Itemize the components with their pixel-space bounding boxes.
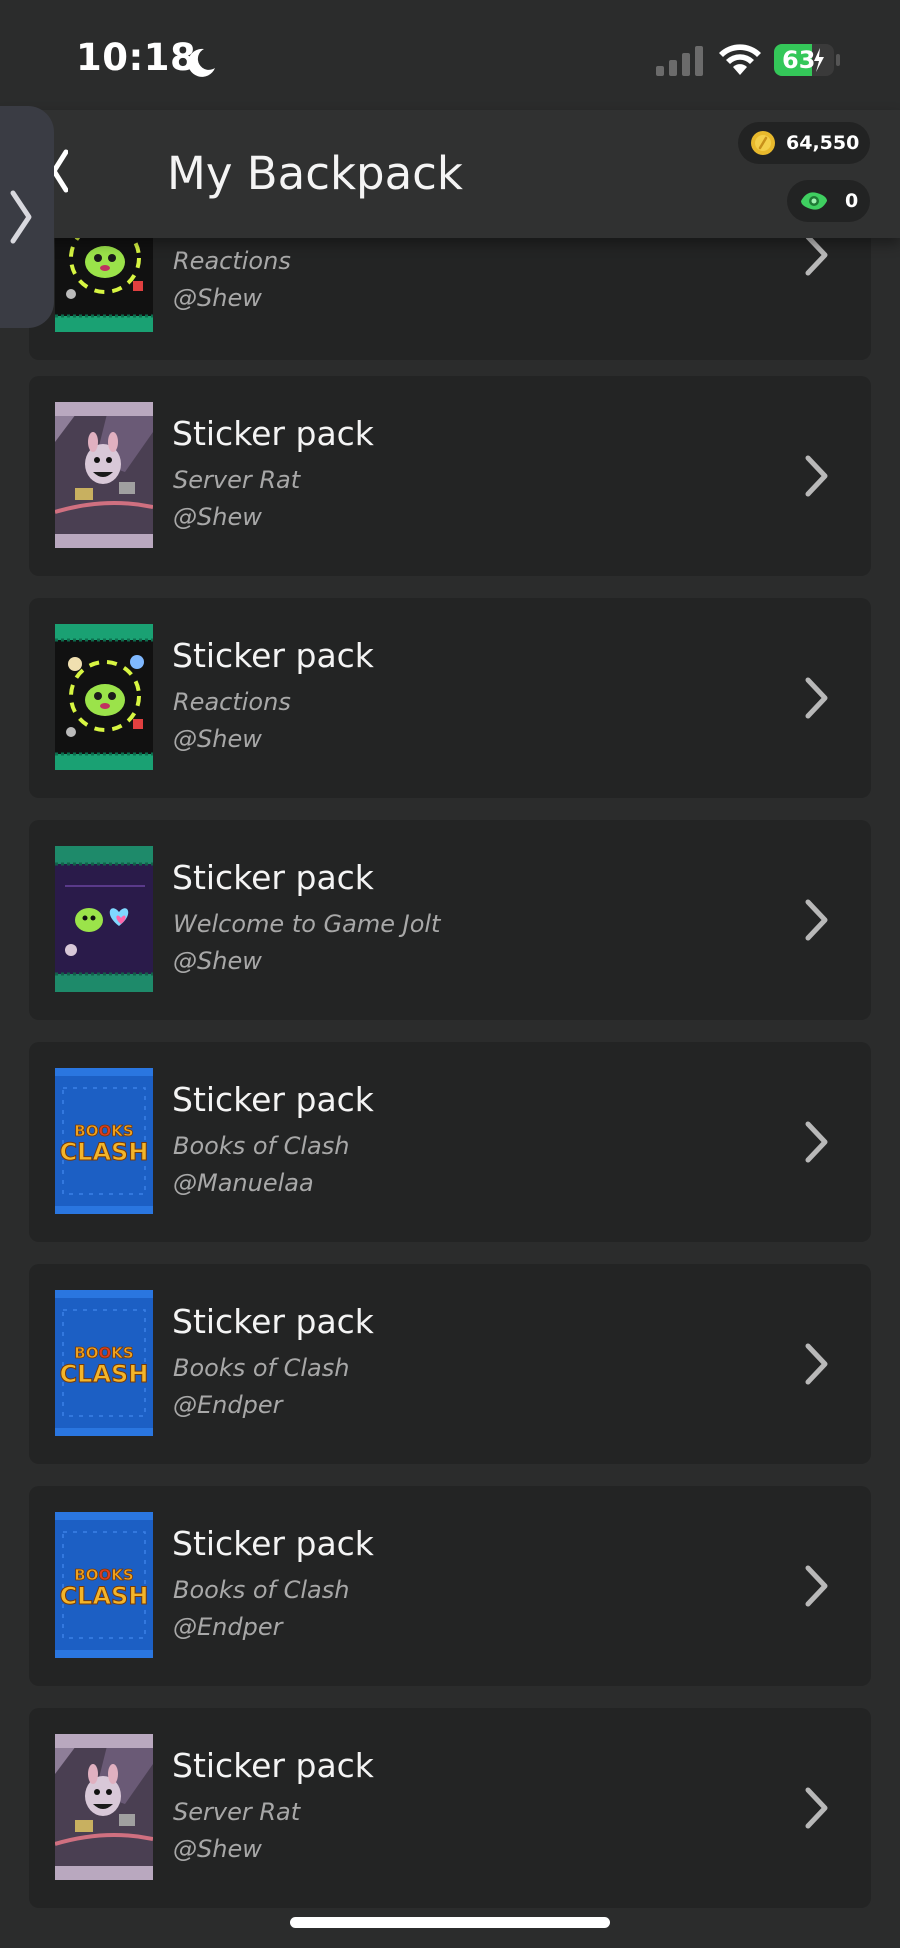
pack-author: @Shew [173, 725, 262, 753]
books-of-clash-pack-art [55, 1068, 153, 1214]
pack-title: Sticker pack [172, 858, 374, 897]
joltbux-balance[interactable]: 0 [787, 180, 870, 222]
sticker-pack-card[interactable]: Sticker pack Server Rat @Shew [29, 376, 871, 576]
chevron-right-icon [805, 1121, 828, 1163]
books-of-clash-pack-art [55, 1512, 153, 1658]
pack-name: Welcome to Game Jolt [173, 910, 441, 938]
chevron-right-icon [805, 455, 828, 497]
pack-author: @Shew [173, 503, 262, 531]
chevron-right-icon [805, 1565, 828, 1607]
joltbux-icon [801, 192, 827, 210]
sticker-pack-card[interactable]: Sticker pack Welcome to Game Jolt @Shew [29, 820, 871, 1020]
sticker-pack-card[interactable]: Sticker pack Server Rat @Shew [29, 1708, 871, 1908]
home-indicator[interactable] [290, 1917, 610, 1928]
chevron-right-icon [10, 190, 32, 244]
books-of-clash-pack-art [55, 1290, 153, 1436]
pack-author: @Manuelaa [173, 1169, 314, 1197]
pack-author: @Shew [173, 947, 262, 975]
coins-balance[interactable]: 64,550 [738, 122, 870, 164]
sticker-pack-card[interactable]: Sticker pack Reactions @Shew [29, 598, 871, 798]
pack-title: Sticker pack [172, 636, 374, 675]
side-drawer-toggle[interactable] [0, 106, 54, 328]
pack-name: Books of Clash [173, 1576, 350, 1604]
pack-name: Reactions [173, 688, 291, 716]
pack-title: Sticker pack [172, 1302, 374, 1341]
reactions-pack-art [55, 624, 153, 770]
chevron-right-icon [805, 1787, 828, 1829]
pack-author: @Endper [173, 1391, 283, 1419]
sticker-pack-card[interactable]: Sticker pack Books of Clash @Endper [29, 1264, 871, 1464]
sticker-pack-card[interactable]: Sticker pack Books of Clash @Manuelaa [29, 1042, 871, 1242]
pack-author: @Shew [173, 284, 262, 312]
pack-title: Sticker pack [172, 1080, 374, 1119]
pack-name: Reactions [173, 247, 291, 275]
pack-name: Books of Clash [173, 1354, 350, 1382]
chevron-right-icon [805, 1343, 828, 1385]
coin-icon [751, 131, 775, 155]
server-rat-pack-art [55, 402, 153, 548]
welcome-pack-art [55, 846, 153, 992]
pack-author: @Shew [173, 1835, 262, 1863]
pack-name: Books of Clash [173, 1132, 350, 1160]
sticker-pack-list[interactable]: Reactions @Shew Sticker pack Server Rat … [0, 0, 900, 1948]
chevron-right-icon [805, 677, 828, 719]
server-rat-pack-art [55, 1734, 153, 1880]
chevron-right-icon [805, 899, 828, 941]
pack-name: Server Rat [173, 1798, 301, 1826]
chevron-right-icon [805, 234, 828, 276]
joltbux-value: 0 [845, 190, 859, 212]
pack-title: Sticker pack [172, 414, 374, 453]
coins-value: 64,550 [786, 132, 860, 154]
page-title: My Backpack [167, 147, 463, 200]
pack-title: Sticker pack [172, 1524, 374, 1563]
pack-name: Server Rat [173, 466, 301, 494]
pack-title: Sticker pack [172, 1746, 374, 1785]
sticker-pack-card[interactable]: Sticker pack Books of Clash @Endper [29, 1486, 871, 1686]
pack-author: @Endper [173, 1613, 283, 1641]
